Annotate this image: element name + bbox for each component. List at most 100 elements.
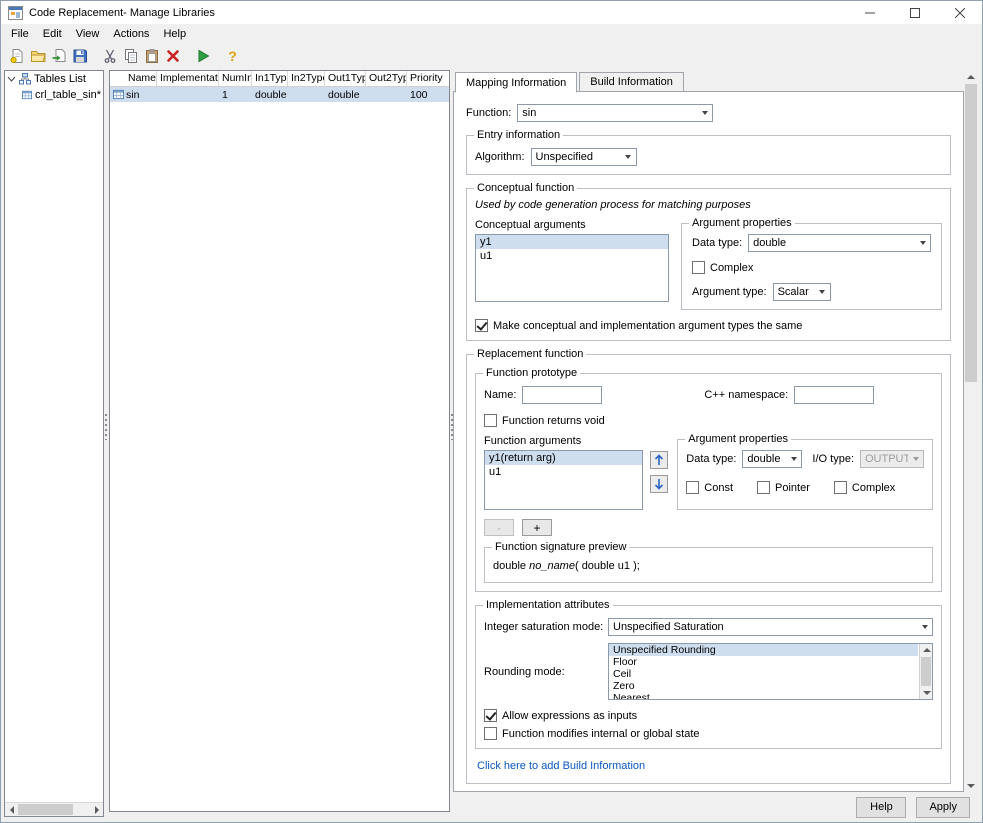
open-button[interactable] (27, 45, 48, 66)
scrollbar-track[interactable] (18, 803, 90, 816)
add-argument-button[interactable]: + (522, 519, 552, 536)
list-item[interactable]: y1 (476, 235, 668, 249)
list-item[interactable]: y1(return arg) (485, 451, 643, 465)
import-button[interactable] (48, 45, 69, 66)
const-checkbox[interactable]: Const (686, 481, 733, 494)
move-argument-up-button[interactable] (650, 451, 669, 469)
remove-argument-button[interactable]: - (484, 519, 514, 536)
menu-edit[interactable]: Edit (36, 26, 69, 42)
scroll-right-button[interactable] (90, 803, 103, 817)
scrollbar-thumb[interactable] (921, 657, 931, 686)
scroll-up-button[interactable] (920, 644, 932, 656)
add-build-information-link[interactable]: Click here to add Build Information (477, 760, 940, 772)
tab-strip: Mapping Information Build Information (453, 70, 978, 93)
entry-information-group: Entry information Algorithm: Unspecified (466, 129, 951, 175)
same-types-checkbox[interactable]: Make conceptual and implementation argum… (475, 319, 942, 332)
delete-button[interactable] (162, 45, 183, 66)
io-type-value: OUTPUT (865, 453, 908, 465)
copy-button[interactable] (120, 45, 141, 66)
minimize-icon (864, 12, 875, 13)
run-button[interactable] (192, 45, 213, 66)
checkbox-box (484, 709, 497, 722)
new-entry-button[interactable] (6, 45, 27, 66)
mapping-information-content: Function: sin Entry information Algorith… (453, 91, 964, 792)
list-item[interactable]: u1 (485, 465, 642, 479)
signature-name: no_name (529, 560, 575, 572)
scrollbar-track[interactable] (964, 83, 978, 779)
data-type-dropdown[interactable]: double (748, 234, 931, 252)
tables-list-panel: Tables List crl_table_sin* (4, 70, 104, 817)
menu-file[interactable]: File (4, 26, 36, 42)
checkbox-box (757, 481, 771, 494)
table-icon (22, 90, 32, 100)
menu-view[interactable]: View (69, 26, 107, 42)
apply-button[interactable]: Apply (916, 796, 970, 818)
move-argument-down-button[interactable] (650, 475, 669, 493)
tab-build-information[interactable]: Build Information (579, 72, 684, 92)
pointer-checkbox[interactable]: Pointer (757, 481, 810, 494)
arrow-left-icon (9, 805, 14, 814)
saturation-mode-dropdown[interactable]: Unspecified Saturation (608, 618, 933, 636)
cut-button[interactable] (99, 45, 120, 66)
column-header-implementation: Implementation (157, 71, 219, 86)
window-controls (847, 1, 982, 24)
column-header-numin: NumIn (219, 71, 252, 86)
data-type-value: double (747, 453, 781, 465)
cell-name-text: sin (126, 88, 140, 101)
toolbar: ? (1, 43, 982, 68)
tree-node-tables-list[interactable]: Tables List (5, 71, 103, 87)
complex-checkbox[interactable]: Complex (833, 481, 895, 494)
function-signature-preview-group: Function signature preview double no_nam… (484, 541, 933, 583)
modifies-state-checkbox[interactable]: Function modifies internal or global sta… (484, 727, 933, 740)
list-item[interactable]: u1 (476, 249, 668, 263)
column-header-name: Name (110, 71, 157, 86)
close-button[interactable] (937, 1, 982, 24)
list-item[interactable]: Ceil (609, 668, 918, 680)
name-input[interactable] (522, 386, 603, 404)
maximize-icon (909, 7, 920, 18)
complex-checkbox[interactable]: Complex (692, 261, 931, 274)
help-button[interactable]: Help (856, 796, 907, 818)
list-item[interactable]: Floor (609, 656, 918, 668)
checkbox-box (475, 319, 488, 332)
list-item[interactable]: Unspecified Rounding (609, 644, 918, 656)
returns-void-checkbox[interactable]: Function returns void (484, 414, 933, 427)
tree-node-crl-table[interactable]: crl_table_sin* (5, 87, 103, 103)
group-title: Argument properties (685, 433, 791, 445)
scroll-down-button[interactable] (964, 779, 978, 792)
dialog-footer: Help Apply (453, 794, 978, 820)
details-panel: Mapping Information Build Information Fu… (453, 70, 978, 820)
scrollbar-thumb[interactable] (965, 84, 977, 382)
help-button-toolbar[interactable]: ? (222, 45, 243, 66)
menu-help[interactable]: Help (156, 26, 193, 42)
scroll-down-button[interactable] (920, 687, 932, 699)
chevron-down-icon (7, 76, 16, 82)
paste-button[interactable] (141, 45, 162, 66)
data-type-dropdown[interactable]: double (742, 450, 803, 468)
maximize-button[interactable] (892, 1, 937, 24)
tree-horizontal-scrollbar[interactable] (5, 802, 103, 816)
minimize-button[interactable] (847, 1, 892, 24)
scrollbar-thumb[interactable] (18, 804, 73, 815)
tab-mapping-information[interactable]: Mapping Information (455, 72, 578, 93)
argument-type-dropdown[interactable]: Scalar (772, 283, 831, 301)
allow-expressions-checkbox[interactable]: Allow expressions as inputs (484, 709, 933, 722)
menu-actions[interactable]: Actions (106, 26, 156, 42)
argument-type-label: Argument type: (692, 286, 767, 298)
scrollbar-track[interactable] (920, 656, 932, 687)
argument-properties-group: Argument properties Data type: double I/… (677, 433, 933, 510)
table-row-sin[interactable]: sin 1 double double 100 (110, 87, 449, 102)
scroll-left-button[interactable] (5, 803, 18, 817)
list-item[interactable]: Nearest (609, 692, 918, 699)
function-dropdown[interactable]: sin (517, 104, 714, 122)
rounding-scrollbar[interactable] (919, 644, 932, 699)
splitter-grip-icon (105, 413, 107, 440)
scroll-up-button[interactable] (964, 70, 978, 83)
function-value: sin (522, 107, 537, 119)
save-button[interactable] (69, 45, 90, 66)
namespace-input[interactable] (794, 386, 875, 404)
list-item[interactable]: Zero (609, 680, 918, 692)
checkbox-label: Make conceptual and implementation argum… (493, 319, 803, 332)
algorithm-dropdown[interactable]: Unspecified (530, 148, 637, 166)
details-vertical-scrollbar[interactable] (964, 70, 978, 792)
